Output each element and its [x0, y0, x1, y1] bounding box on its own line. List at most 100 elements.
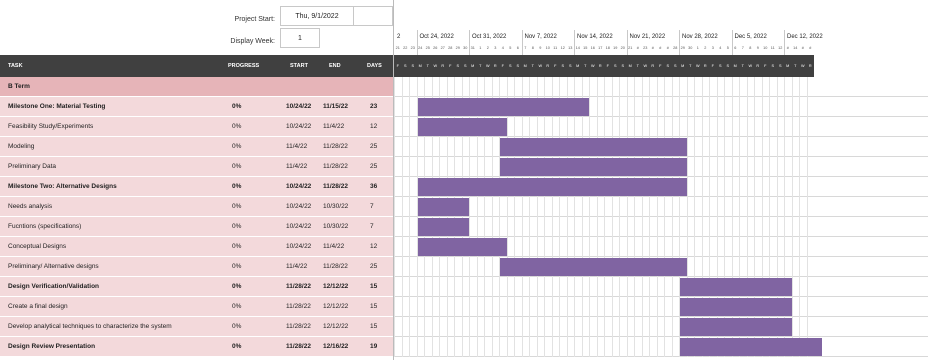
day-gridline — [409, 77, 410, 357]
table-row[interactable]: Create a final design 0% 11/28/22 12/12/22 1… — [0, 297, 393, 317]
day-gridline — [641, 77, 643, 357]
day-gridline — [671, 77, 673, 357]
day-number: 23 — [410, 46, 415, 50]
day-number: 22 — [403, 46, 408, 50]
day-letter: T — [581, 55, 589, 77]
start-cell: 10/24/22 — [286, 203, 312, 210]
day-number: 10 — [763, 46, 768, 50]
day-gridline — [791, 77, 793, 357]
gantt-bar[interactable] — [417, 118, 507, 136]
display-week-label: Display Week: — [230, 38, 275, 45]
table-row[interactable]: Preliminary Data 0% 11/4/22 11/28/22 25 — [0, 157, 393, 177]
day-letter: S — [461, 55, 469, 77]
end-cell: 12/16/22 — [323, 343, 349, 350]
gantt-bar[interactable] — [417, 238, 507, 256]
day-number: 6 — [734, 46, 737, 50]
display-week-field[interactable]: 1 — [280, 28, 320, 48]
day-letter: M — [469, 55, 477, 77]
week-label: Oct 31, 2022 — [472, 34, 507, 40]
task-cell: Needs analysis — [8, 203, 53, 210]
week-separator — [784, 30, 785, 55]
day-number: 2 — [704, 46, 707, 50]
day-letter: S — [611, 55, 619, 77]
progress-cell: 0% — [232, 163, 242, 170]
gantt-bar[interactable] — [417, 218, 469, 236]
gantt-bar[interactable] — [680, 338, 822, 356]
day-number: 14 — [793, 46, 798, 50]
day-number: 24 — [418, 46, 423, 50]
milestone-row[interactable]: Milestone Two: Alternative Designs 0% 10/2… — [0, 177, 393, 197]
day-letter: W — [431, 55, 439, 77]
days-cell: 7 — [370, 223, 374, 230]
end-cell: 12/12/22 — [323, 283, 349, 290]
progress-cell: 0% — [232, 223, 242, 230]
day-letter: W — [536, 55, 544, 77]
table-row[interactable]: Conceptual Designs 0% 10/24/22 11/4/22 12 — [0, 237, 393, 257]
gantt-bar[interactable] — [417, 198, 469, 216]
day-gridline — [521, 77, 523, 357]
day-letter: R — [439, 55, 447, 77]
task-cell: Create a final design — [8, 303, 68, 310]
day-letter: F — [604, 55, 612, 77]
day-number: 11 — [770, 46, 775, 50]
day-letter: S — [664, 55, 672, 77]
gantt-bar[interactable] — [417, 98, 589, 116]
table-row[interactable]: Develop analytical techniques to charact… — [0, 317, 393, 337]
milestone-row[interactable]: Milestone One: Material Testing 0% 10/24/2… — [0, 97, 393, 117]
day-number: 5 — [509, 46, 512, 50]
day-letter: R — [544, 55, 552, 77]
term-row[interactable]: B Term — [0, 77, 393, 97]
gantt-bar[interactable] — [680, 278, 792, 296]
week-label: Dec 5, 2022 — [734, 34, 767, 40]
day-number: 23 — [643, 46, 648, 50]
gantt-bar[interactable] — [417, 178, 687, 196]
day-letter: R — [491, 55, 499, 77]
week-separator — [574, 30, 575, 55]
project-start-field[interactable]: Thu, 9/1/2022 — [280, 6, 354, 26]
day-gridline — [799, 77, 800, 357]
day-gridline — [551, 77, 553, 357]
end-cell: 11/28/22 — [323, 263, 348, 270]
day-letter: S — [506, 55, 514, 77]
table-row[interactable]: Feasibility Study/Experiments 0% 10/24/22 1… — [0, 117, 393, 137]
milestone-row[interactable]: Design Review Presentation 0% 11/28/22 12/1… — [0, 337, 393, 357]
days-cell: 12 — [370, 123, 378, 130]
week-separator — [521, 30, 523, 55]
gantt-bar[interactable] — [500, 258, 687, 276]
day-number: 30 — [688, 46, 693, 50]
table-row[interactable]: Preliminary/ Alternative designs 0% 11/4/2… — [0, 257, 393, 277]
day-gridline — [566, 77, 568, 357]
day-number: 19 — [613, 46, 618, 50]
progress-cell: 0% — [232, 323, 242, 330]
day-gridline — [529, 77, 530, 357]
gantt-bar[interactable] — [680, 318, 792, 336]
end-cell: 10/30/22 — [323, 203, 349, 210]
day-number: 1 — [696, 46, 699, 50]
gantt-bar[interactable] — [680, 298, 792, 316]
table-row[interactable]: Modeling 0% 11/4/22 11/28/22 25 — [0, 137, 393, 157]
day-number: 8 — [531, 46, 534, 50]
table-row[interactable]: Needs analysis 0% 10/24/22 10/30/22 7 — [0, 197, 393, 217]
day-number: # — [666, 46, 669, 50]
progress-cell: 0% — [232, 203, 242, 210]
table-row[interactable]: Fucntions (specifications) 0% 10/24/22 10/3… — [0, 217, 393, 237]
gantt-bar[interactable] — [500, 158, 687, 176]
task-cell: Develop analytical techniques to charact… — [8, 323, 172, 330]
day-letter: F — [656, 55, 664, 77]
day-letter: R — [649, 55, 657, 77]
day-number: 4 — [501, 46, 504, 50]
day-letter: W — [484, 55, 492, 77]
gantt-bar[interactable] — [500, 138, 687, 156]
task-cell: Design Verification/Validation — [8, 283, 100, 290]
day-letter: M — [731, 55, 739, 77]
day-letter: S — [619, 55, 627, 77]
progress-cell: 0% — [232, 303, 242, 310]
milestone-row[interactable]: Design Verification/Validation 0% 11/28/22… — [0, 277, 393, 297]
day-gridline — [574, 77, 575, 357]
gantt-row — [394, 197, 928, 217]
start-cell: 11/28/22 — [286, 323, 311, 330]
col-task-header: TASK — [8, 63, 23, 69]
day-letter: F — [499, 55, 507, 77]
day-letter: S — [559, 55, 567, 77]
day-number: 27 — [440, 46, 445, 50]
